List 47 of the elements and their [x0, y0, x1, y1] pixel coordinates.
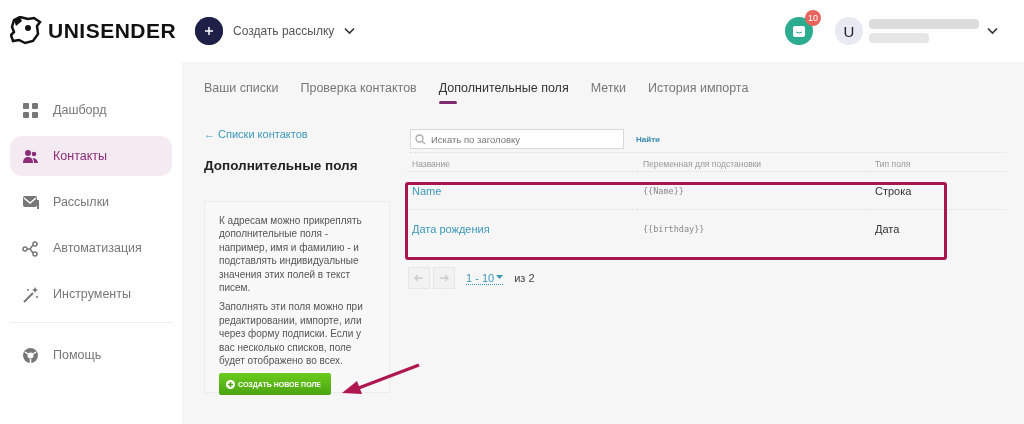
- column-header: Тип поля: [875, 159, 911, 169]
- variable-cell: {{Name}}: [643, 185, 684, 196]
- search-field[interactable]: Искать по заголовку: [410, 129, 624, 149]
- search-icon: [415, 134, 426, 145]
- grid-icon: [22, 101, 39, 119]
- tab[interactable]: История импорта: [647, 80, 749, 104]
- mail-icon: [22, 193, 39, 211]
- tab[interactable]: Метки: [590, 80, 626, 104]
- user-avatar[interactable]: U: [835, 17, 863, 45]
- sidebar-item[interactable]: Контакты: [10, 136, 172, 176]
- nodes-icon: [22, 239, 39, 257]
- page-total: из 2: [514, 272, 535, 284]
- find-button[interactable]: Найти: [636, 134, 660, 144]
- create-campaign-button[interactable]: Создать рассылку: [195, 17, 356, 45]
- page-title: Дополнительные поля: [204, 158, 359, 173]
- column-header: Название: [412, 159, 450, 169]
- column-header: Переменная для подстановки: [643, 159, 762, 169]
- chevron-down-icon[interactable]: [987, 27, 998, 35]
- arrow-left-icon: [414, 274, 424, 282]
- page-size-dropdown[interactable]: 1 - 10: [466, 271, 504, 285]
- caret-down-icon: [496, 275, 504, 280]
- field-name-link[interactable]: Дата рождения: [412, 222, 490, 235]
- variable-cell: {{birthday}}: [643, 223, 705, 234]
- sidebar-item[interactable]: Рассылки: [10, 182, 172, 222]
- chat-icon: [792, 24, 806, 38]
- chevron-down-icon: [344, 27, 356, 35]
- lifebuoy-icon: [22, 346, 39, 364]
- magic-wand-icon: [22, 285, 39, 303]
- plus-circle-icon: [226, 379, 235, 389]
- tab[interactable]: Проверка контактов: [300, 80, 417, 104]
- logo-text: UNISENDER: [48, 19, 177, 43]
- info-text: К адресам можно прикреплять дополнительные поля - например, имя и фамилию - и подставлять индивидуальные значения этих полей в текст писем.: [219, 214, 363, 295]
- back-link[interactable]: ← Списки контактов: [204, 128, 308, 140]
- people-icon: [22, 147, 39, 165]
- tab[interactable]: Дополнительные поля: [438, 80, 569, 104]
- plus-icon: [195, 17, 223, 45]
- type-cell: Дата: [875, 222, 900, 235]
- arrow-right-icon: [439, 274, 449, 282]
- type-cell: Строка: [875, 184, 912, 197]
- sidebar-item[interactable]: Автоматизация: [10, 228, 172, 268]
- sidebar-item[interactable]: Помощь: [10, 335, 172, 375]
- sidebar-item[interactable]: Дашборд: [10, 90, 172, 130]
- tab[interactable]: Ваши списки: [204, 80, 279, 104]
- notification-badge: 10: [805, 10, 821, 26]
- sidebar-item[interactable]: Инструменты: [10, 274, 172, 314]
- info-text: Заполнять эти поля можно при редактировании, импорте, или через форму подписки. Если у вас несколько списков, поле будет отображено во всех.: [219, 300, 364, 368]
- field-name-link[interactable]: Name: [412, 184, 442, 197]
